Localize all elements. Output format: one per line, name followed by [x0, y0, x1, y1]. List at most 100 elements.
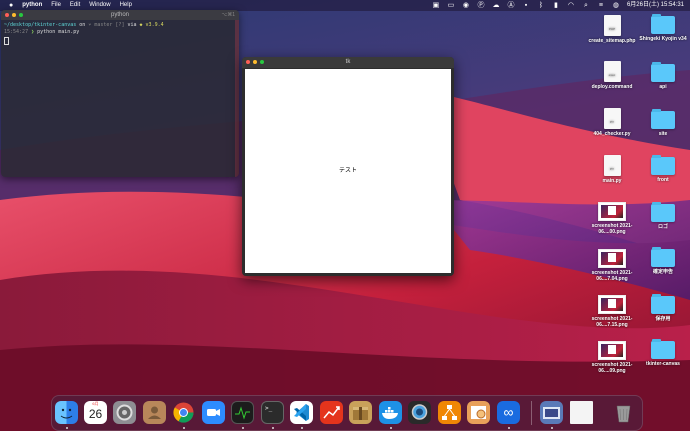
file-label: screenshot 2021-06....7.15.png	[591, 316, 633, 328]
desktop-folder[interactable]: front	[637, 154, 689, 183]
desktop-file[interactable]: PY 404_checker.py	[586, 108, 638, 137]
terminal-icon[interactable]: >_	[261, 401, 284, 424]
file-label: screenshot 2021-06....00.png	[591, 223, 633, 235]
desktop-folder[interactable]: 確定申告	[637, 246, 689, 275]
close-button[interactable]	[5, 13, 9, 17]
folder-label: ロゴ	[657, 224, 668, 230]
control-center-icon[interactable]: ≡	[597, 2, 605, 10]
prompt-path: ~/desktop/tkinter-canvas	[4, 22, 77, 28]
zoom-button[interactable]	[19, 13, 23, 17]
system-preferences-icon[interactable]	[113, 401, 136, 424]
running-indicator	[551, 427, 553, 429]
dock: 6月 26 >_ ∞	[51, 395, 643, 431]
finder-icon[interactable]	[55, 401, 78, 424]
terminal-title: python	[110, 12, 129, 18]
python-icon: ◆	[139, 22, 143, 28]
file-label: 404_checker.py	[593, 131, 631, 137]
docker-icon[interactable]	[379, 401, 402, 424]
minimize-button[interactable]	[253, 60, 257, 64]
folder-label: 確定申告	[652, 269, 673, 275]
running-indicator	[242, 427, 244, 429]
zoom-icon[interactable]	[202, 401, 225, 424]
drawio-icon[interactable]	[438, 401, 461, 424]
quicktime-icon[interactable]	[408, 401, 431, 424]
desktop-file[interactable]: screenshot 2021-06....00.png	[586, 199, 638, 235]
desktop-file[interactable]: PHP create_sitemap.php	[586, 15, 638, 44]
zoom-button[interactable]	[260, 60, 264, 64]
desktop-folder[interactable]: ロゴ	[637, 201, 689, 230]
folder-icon	[651, 247, 675, 267]
folder-icon	[651, 294, 675, 314]
calendar-icon[interactable]: 6月 26	[84, 401, 107, 424]
siri-icon[interactable]: ◍	[612, 2, 620, 10]
cloud-icon[interactable]: ☁	[492, 2, 500, 10]
desktop-folder[interactable]: site	[637, 108, 689, 137]
terminal-window[interactable]: python ⌥⌘1 ~/desktop/tkinter-canvas on ⑂…	[1, 10, 239, 177]
folder-icon	[651, 339, 675, 359]
battery-icon[interactable]: ▮	[552, 2, 560, 10]
desktop-folder[interactable]: tkinter-canvas	[637, 338, 689, 367]
terminal-title-bar[interactable]: python ⌥⌘1	[1, 10, 239, 20]
terminal-output[interactable]: ~/desktop/tkinter-canvas on ⑂ master [?]…	[1, 20, 239, 47]
screenshot-folder-icon[interactable]	[540, 401, 563, 424]
file-label: screenshot 2021-06....7.04.png	[591, 270, 633, 282]
a-app-icon[interactable]: Ⓐ	[507, 2, 515, 10]
tk-title-bar[interactable]: tk	[242, 57, 454, 68]
desktop-file[interactable]: exec deploy.command	[586, 61, 638, 90]
infinity-app-icon[interactable]: ∞	[497, 401, 520, 424]
spotlight-search-icon[interactable]: ⌕	[582, 2, 590, 10]
folder-icon	[651, 155, 675, 175]
status-app-icon[interactable]: ▣	[432, 2, 440, 10]
desktop-folder[interactable]: 保存用	[637, 293, 689, 322]
p-app-icon[interactable]: Ⓟ	[477, 2, 485, 10]
file-label: main.py	[602, 178, 622, 184]
running-indicator	[183, 427, 185, 429]
file-label: create_sitemap.php	[588, 38, 636, 44]
status-area: ▣ ▭ ◉ Ⓟ ☁ Ⓐ ▪ ᛒ ▮ ◠ ⌕ ≡ ◍ 6月26日(土) 15:54…	[432, 0, 684, 11]
preview-icon[interactable]	[467, 401, 490, 424]
desktop-file[interactable]: screenshot 2021-06....09.png	[586, 338, 638, 374]
terminal-scrollbar[interactable]	[235, 20, 239, 177]
prompt-branch-status: [?]	[115, 22, 125, 28]
screenshot-thumbnail-icon	[598, 202, 626, 221]
folder-icon	[651, 202, 675, 222]
document-icon[interactable]	[570, 401, 593, 424]
close-button[interactable]	[246, 60, 250, 64]
desktop-file[interactable]: PY main.py	[586, 155, 638, 184]
running-indicator	[301, 427, 303, 429]
terminal-command-line: 15:54:27 ❯ python main.py	[4, 29, 236, 36]
minimize-button[interactable]	[12, 13, 16, 17]
trash-icon[interactable]	[612, 401, 635, 424]
desktop-file[interactable]: screenshot 2021-06....7.04.png	[586, 246, 638, 282]
folder-icon	[651, 109, 675, 129]
box-icon[interactable]: ▪	[522, 2, 530, 10]
tk-window[interactable]: tk テスト	[242, 57, 454, 276]
desktop-folder[interactable]: api	[637, 61, 689, 90]
folder-label: site	[658, 131, 668, 137]
python-file-icon: PY	[603, 155, 621, 176]
running-indicator	[66, 427, 68, 429]
screenshot-thumbnail-icon	[598, 341, 626, 360]
archive-utility-icon[interactable]	[349, 401, 372, 424]
desktop-folder[interactable]: Shingeki Kyojin v34	[637, 13, 689, 42]
folder-label: Shingeki Kyojin v34	[639, 36, 687, 42]
tk-title: tk	[345, 59, 351, 65]
tk-canvas[interactable]: テスト	[245, 69, 451, 273]
screenshot-thumbnail-icon	[598, 295, 626, 314]
terminal-shortcut: ⌥⌘1	[221, 12, 235, 18]
terminal-cursor	[4, 37, 9, 45]
folder-label: front	[657, 177, 669, 183]
menu-clock[interactable]: 6月26日(土) 15:54:31	[627, 0, 684, 11]
bluetooth-icon[interactable]: ᛒ	[537, 2, 545, 10]
wifi-icon[interactable]: ◠	[567, 2, 575, 10]
activity-monitor-icon[interactable]	[231, 401, 254, 424]
display-icon[interactable]: ▭	[447, 2, 455, 10]
instruments-icon[interactable]	[320, 401, 343, 424]
contacts-icon[interactable]	[143, 401, 166, 424]
one-password-icon[interactable]: ◉	[462, 2, 470, 10]
prompt-branch: master	[94, 22, 113, 28]
chrome-icon[interactable]	[172, 401, 195, 424]
vscode-icon[interactable]	[290, 401, 313, 424]
running-indicator	[272, 427, 274, 429]
desktop-file[interactable]: screenshot 2021-06....7.15.png	[586, 292, 638, 328]
